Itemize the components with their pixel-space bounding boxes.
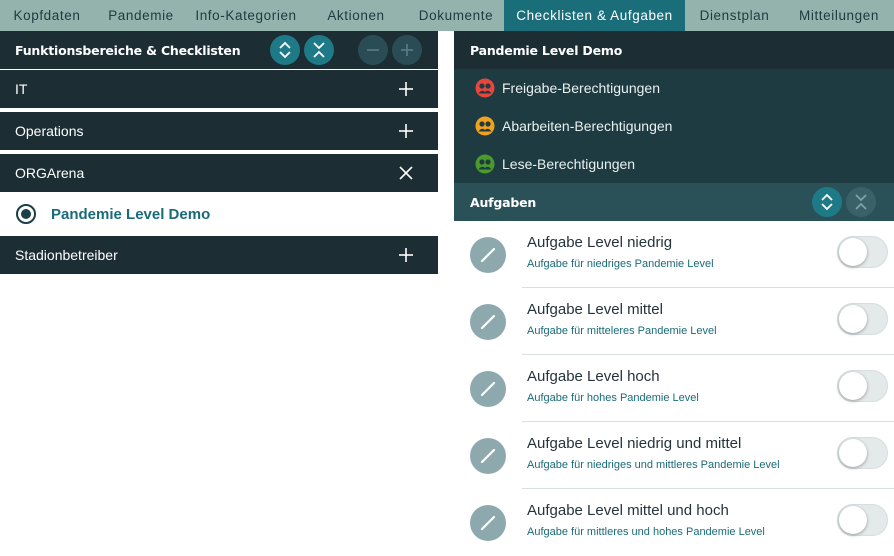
task-row: Aufgabe Level mittel Aufgabe für mittele… xyxy=(454,288,894,355)
edit-task-button[interactable] xyxy=(470,304,506,340)
task-toggle[interactable] xyxy=(837,504,888,536)
pencil-icon xyxy=(480,314,496,330)
close-icon[interactable] xyxy=(398,165,414,181)
expand-all-icon xyxy=(279,41,291,59)
tab-kopfdaten[interactable]: Kopfdaten xyxy=(0,0,94,31)
area-label: IT xyxy=(15,81,28,97)
edit-task-button[interactable] xyxy=(470,237,506,273)
area-label: ORGArena xyxy=(15,165,85,181)
plus-icon xyxy=(401,44,413,56)
permissions-list: Freigabe-Berechtigungen Abarbeiten-Berec… xyxy=(454,69,894,183)
task-description: Aufgabe für mitteleres Pandemie Level xyxy=(527,325,717,337)
task-title: Aufgabe Level hoch xyxy=(527,368,660,385)
checklist-header: Pandemie Level Demo xyxy=(454,31,894,69)
task-row: Aufgabe Level hoch Aufgabe für hohes Pan… xyxy=(454,355,894,422)
funktionsbereiche-panel: Funktionsbereiche & Checklisten IT Opera… xyxy=(0,31,438,274)
group-icon xyxy=(475,78,495,98)
collapse-all-icon xyxy=(855,194,867,210)
expand-all-icon xyxy=(821,193,833,211)
area-it[interactable]: IT xyxy=(0,70,438,108)
task-toggle[interactable] xyxy=(837,236,888,268)
checklist-detail-panel: Pandemie Level Demo Freigabe-Berechtigun… xyxy=(454,31,894,556)
edit-task-button[interactable] xyxy=(470,371,506,407)
task-toggle[interactable] xyxy=(837,437,888,469)
plus-icon[interactable] xyxy=(398,81,414,97)
collapse-all-button[interactable] xyxy=(304,35,334,65)
edit-task-button[interactable] xyxy=(470,505,506,541)
checklist-pandemie-level-demo[interactable]: Pandemie Level Demo xyxy=(0,192,438,236)
tasks-header: Aufgaben xyxy=(454,183,894,221)
tab-dokumente[interactable]: Dokumente xyxy=(408,0,504,31)
tasks-list: Aufgabe Level niedrig Aufgabe für niedri… xyxy=(454,221,894,556)
checklist-label: Pandemie Level Demo xyxy=(51,205,211,223)
tab-info-kategorien[interactable]: Info-Kategorien xyxy=(188,0,304,31)
collapse-all-icon xyxy=(313,42,325,58)
task-title: Aufgabe Level mittel xyxy=(527,301,663,318)
remove-button[interactable] xyxy=(358,35,388,65)
pencil-icon xyxy=(480,515,496,531)
pencil-icon xyxy=(480,247,496,263)
tab-checklisten-aufgaben[interactable]: Checklisten & Aufgaben xyxy=(504,0,685,31)
tab-aktionen[interactable]: Aktionen xyxy=(304,0,408,31)
tab-dienstplan[interactable]: Dienstplan xyxy=(685,0,784,31)
permission-label: Freigabe-Berechtigungen xyxy=(502,80,660,96)
task-row: Aufgabe Level niedrig Aufgabe für niedri… xyxy=(454,221,894,288)
permission-label: Abarbeiten-Berechtigungen xyxy=(502,118,673,134)
area-orgarena[interactable]: ORGArena xyxy=(0,154,438,192)
task-row: Aufgabe Level mittel und hoch Aufgabe fü… xyxy=(454,489,894,556)
pencil-icon xyxy=(480,448,496,464)
pencil-icon xyxy=(480,381,496,397)
plus-icon[interactable] xyxy=(398,123,414,139)
task-row: Aufgabe Level niedrig und mittel Aufgabe… xyxy=(454,422,894,489)
task-description: Aufgabe für niedriges und mittleres Pand… xyxy=(527,459,780,471)
group-icon xyxy=(475,116,495,136)
plus-icon[interactable] xyxy=(398,247,414,263)
task-title: Aufgabe Level mittel und hoch xyxy=(527,502,729,519)
task-description: Aufgabe für hohes Pandemie Level xyxy=(527,392,699,404)
checklist-title: Pandemie Level Demo xyxy=(470,42,623,58)
area-label: Stadionbetreiber xyxy=(15,247,118,263)
panel-title: Funktionsbereiche & Checklisten xyxy=(15,42,241,58)
edit-task-button[interactable] xyxy=(470,438,506,474)
area-label: Operations xyxy=(15,123,84,139)
main-tab-bar: Kopfdaten Pandemie Info-Kategorien Aktio… xyxy=(0,0,894,31)
tab-mitteilungen[interactable]: Mitteilungen xyxy=(784,0,894,31)
area-operations[interactable]: Operations xyxy=(0,112,438,150)
task-description: Aufgabe für niedriges Pandemie Level xyxy=(527,258,714,270)
expand-tasks-button[interactable] xyxy=(812,187,842,217)
expand-all-button[interactable] xyxy=(270,35,300,65)
permission-label: Lese-Berechtigungen xyxy=(502,156,636,172)
funktionsbereiche-header: Funktionsbereiche & Checklisten xyxy=(0,31,438,69)
task-toggle[interactable] xyxy=(837,370,888,402)
selected-radio[interactable] xyxy=(16,204,36,224)
minus-icon xyxy=(367,49,379,51)
task-title: Aufgabe Level niedrig und mittel xyxy=(527,435,742,452)
add-button[interactable] xyxy=(392,35,422,65)
tab-pandemie[interactable]: Pandemie xyxy=(94,0,188,31)
collapse-tasks-button[interactable] xyxy=(846,187,876,217)
tasks-title: Aufgaben xyxy=(470,194,537,210)
permission-abarbeiten[interactable]: Abarbeiten-Berechtigungen xyxy=(454,107,894,145)
task-description: Aufgabe für mittleres und hohes Pandemie… xyxy=(527,526,765,538)
permission-freigabe[interactable]: Freigabe-Berechtigungen xyxy=(454,69,894,107)
permission-lese[interactable]: Lese-Berechtigungen xyxy=(454,145,894,183)
group-icon xyxy=(475,154,495,174)
task-toggle[interactable] xyxy=(837,303,888,335)
task-title: Aufgabe Level niedrig xyxy=(527,234,673,251)
area-stadionbetreiber[interactable]: Stadionbetreiber xyxy=(0,236,438,274)
